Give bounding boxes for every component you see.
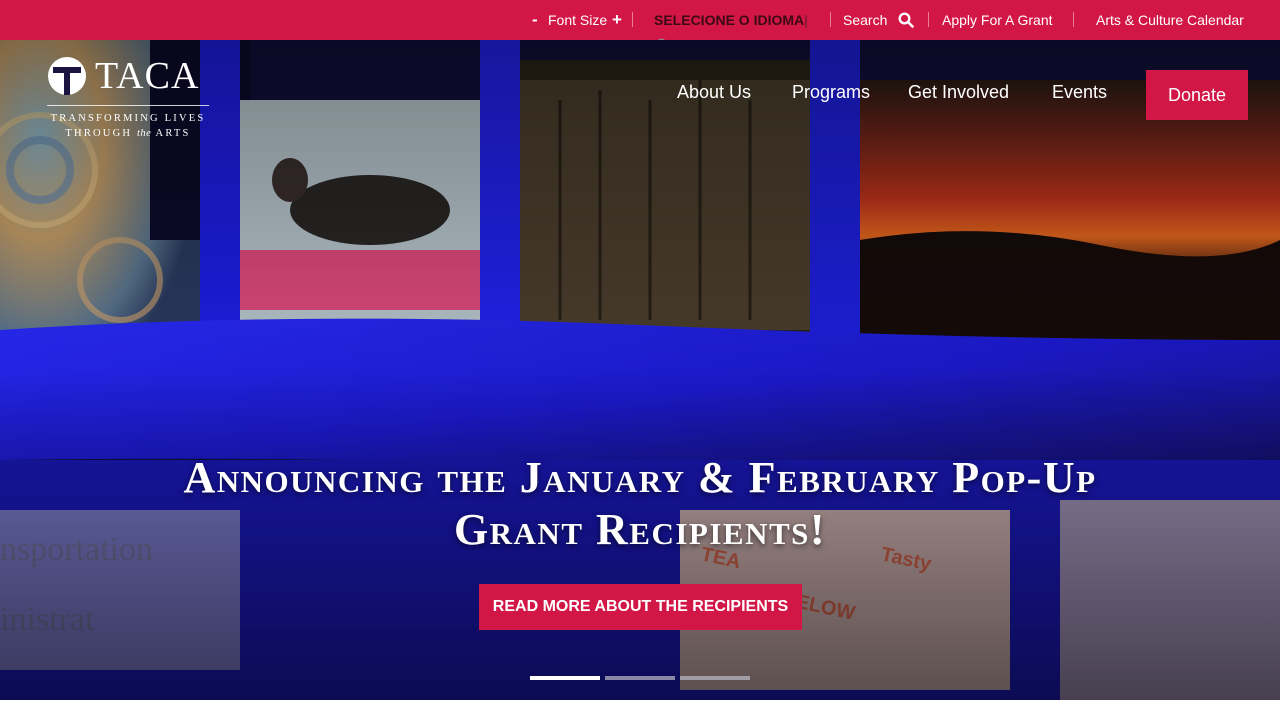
slide-indicator-1[interactable] (530, 676, 600, 680)
font-size-label: Font Size (548, 12, 608, 28)
slide-indicator-3[interactable] (680, 676, 750, 680)
font-size-increase-button[interactable]: + (612, 0, 622, 40)
search-icon[interactable] (898, 12, 914, 28)
hero-headline-line2: Grant Recipients! (453, 505, 827, 554)
slide-indicator-2[interactable] (605, 676, 675, 680)
hero-headline: Announcing the January & February Pop-Up… (60, 452, 1220, 556)
language-select[interactable]: SELECIONE O IDIOMA|▼ (654, 10, 814, 48)
logo-wordmark: TACA (95, 55, 200, 97)
logo-tagline-line2: THROUGH the ARTS (65, 128, 191, 139)
apply-grant-link[interactable]: Apply For A Grant (942, 0, 1053, 40)
divider (928, 12, 929, 27)
arts-calendar-link[interactable]: Arts & Culture Calendar (1096, 0, 1244, 40)
nav-about-us[interactable]: About Us (677, 80, 751, 104)
divider (632, 12, 633, 27)
taca-logo-mark-icon (48, 57, 86, 95)
read-more-recipients-button[interactable]: READ MORE ABOUT THE RECIPIENTS (479, 584, 802, 630)
logo-tagline-line1: TRANSFORMING LIVES (50, 113, 206, 124)
search-link[interactable]: Search (843, 0, 887, 40)
divider (1073, 12, 1074, 27)
language-select-label: SELECIONE O IDIOMA (654, 12, 805, 28)
nav-programs[interactable]: Programs (792, 80, 870, 104)
page-content-start (0, 700, 1280, 720)
divider (830, 12, 831, 27)
nav-events[interactable]: Events (1052, 80, 1107, 104)
logo-divider (47, 105, 209, 106)
donate-button[interactable]: Donate (1146, 70, 1248, 120)
nav-get-involved[interactable]: Get Involved (908, 80, 1009, 104)
hero-banner: TEA BIGELOW Tasty nsportation inistrat T… (0, 40, 1280, 700)
font-size-decrease-button[interactable]: - (532, 0, 538, 40)
hero-headline-line1: Announcing the January & February Pop-Up (183, 453, 1097, 502)
taca-logo[interactable]: TACA TRANSFORMING LIVES THROUGH the ARTS (47, 56, 212, 146)
utility-bar: - Font Size + SELECIONE O IDIOMA|▼ Searc… (0, 0, 1280, 48)
